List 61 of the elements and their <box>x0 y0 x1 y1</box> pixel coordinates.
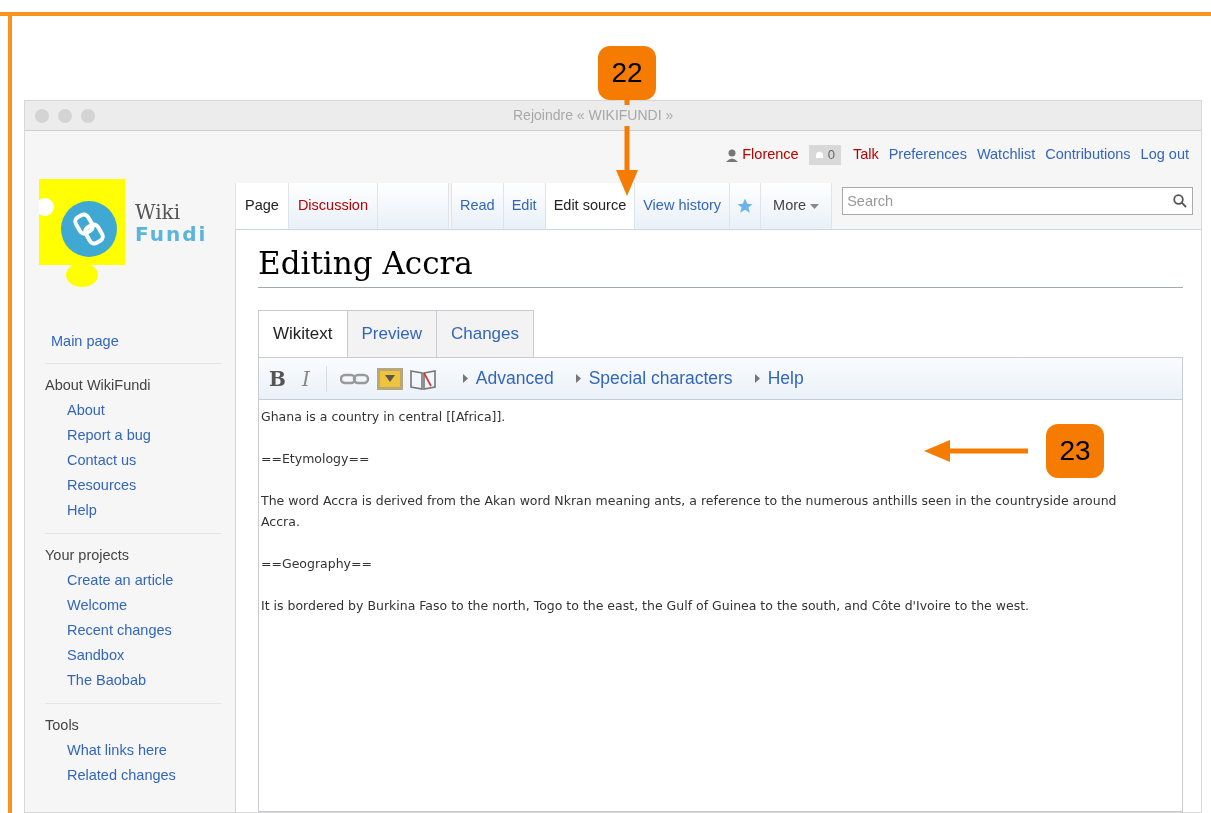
user-link[interactable]: Watchlist <box>976 144 1036 166</box>
sidebar-link[interactable]: What links here <box>45 737 221 763</box>
callout-badge: 22 <box>598 46 656 100</box>
user-link[interactable]: Preferences <box>888 144 967 166</box>
image-icon[interactable] <box>376 367 403 390</box>
editor-tab[interactable]: Changes <box>436 310 535 358</box>
sidebar-link[interactable]: About <box>45 397 221 423</box>
logo-drawing[interactable]: Wiki Fundi <box>39 179 208 291</box>
toolbar-menu[interactable]: Help <box>754 365 804 392</box>
sidebar-link[interactable]: Report a bug <box>45 422 221 448</box>
sidebar-link[interactable]: Sandbox <box>45 642 221 668</box>
user-link[interactable]: Log out <box>1140 144 1189 166</box>
editor-line: ==Etymology== <box>261 450 370 468</box>
toolbar-menu[interactable]: Advanced <box>462 365 554 392</box>
page-heading: Editing Accra <box>258 243 1183 288</box>
sidebar-link[interactable]: Related changes <box>45 762 221 788</box>
bold-button[interactable]: B <box>259 363 296 394</box>
caret-icon <box>754 374 760 383</box>
editor-tab[interactable]: Wikitext <box>258 310 348 358</box>
caret-icon <box>462 374 468 383</box>
editor-tab[interactable]: Preview <box>347 310 437 358</box>
sidebar-link[interactable]: Recent changes <box>45 617 221 643</box>
callout-badge: 23 <box>1046 424 1104 478</box>
user-link[interactable]: Florence <box>742 144 799 166</box>
editor-line: ==Geography== <box>261 555 372 573</box>
italic-button[interactable]: I <box>295 363 316 394</box>
link-icon[interactable] <box>339 371 370 386</box>
sidebar-heading: Your projects <box>45 545 131 565</box>
search-icon[interactable] <box>1173 194 1187 208</box>
caret-icon <box>575 374 581 383</box>
editor-line: The word Accra is derived from the Akan word Nkran meaning ants, a reference to the numerous anthills seen in the countryside around Accra. <box>261 492 1118 531</box>
book-icon[interactable] <box>408 367 437 390</box>
view-tab[interactable]: Read <box>451 183 503 229</box>
notification-badge[interactable]: 0 <box>808 145 841 165</box>
view-tab[interactable]: Edit <box>502 183 545 229</box>
view-tab[interactable]: Edit source <box>544 183 635 229</box>
search-field[interactable]: Search <box>842 187 1193 215</box>
sidebar-link[interactable]: Welcome <box>45 592 221 618</box>
caret-icon <box>810 203 820 209</box>
bell-icon <box>814 150 824 160</box>
more-dropdown[interactable]: More <box>760 183 833 229</box>
sidebar-link[interactable]: Help <box>45 497 221 523</box>
editor-line: It is bordered by Burkina Faso to the north, Togo to the east, the Gulf of Guinea to the south, and Côte d'Ivoire to the west. <box>261 597 1030 615</box>
user-link[interactable]: Contributions <box>1045 144 1131 166</box>
sidebar-link[interactable]: Create an article <box>45 567 221 593</box>
page-tab[interactable]: Discussion <box>287 183 377 229</box>
sidebar-heading: Tools <box>45 715 80 735</box>
editor-line: Ghana is a country in central [[Africa]]. <box>261 408 506 426</box>
view-tab[interactable]: View history <box>634 183 730 229</box>
user-icon <box>726 148 739 162</box>
sidebar-link[interactable]: Resources <box>45 472 221 498</box>
toolbar-menu[interactable]: Special characters <box>575 365 733 392</box>
sidebar-link[interactable]: Main page <box>45 331 221 364</box>
page-tab[interactable]: Page <box>235 183 288 229</box>
arrow-icon <box>924 440 1028 462</box>
sidebar-link[interactable]: The Baobab <box>45 667 221 693</box>
sidebar-link[interactable]: Contact us <box>45 447 221 473</box>
user-link[interactable]: Talk <box>852 144 879 166</box>
star-icon[interactable] <box>736 197 755 215</box>
sidebar-heading: About WikiFundi <box>45 375 152 395</box>
window-title: Rejoindre « WIKIFUNDI » <box>511 105 676 126</box>
